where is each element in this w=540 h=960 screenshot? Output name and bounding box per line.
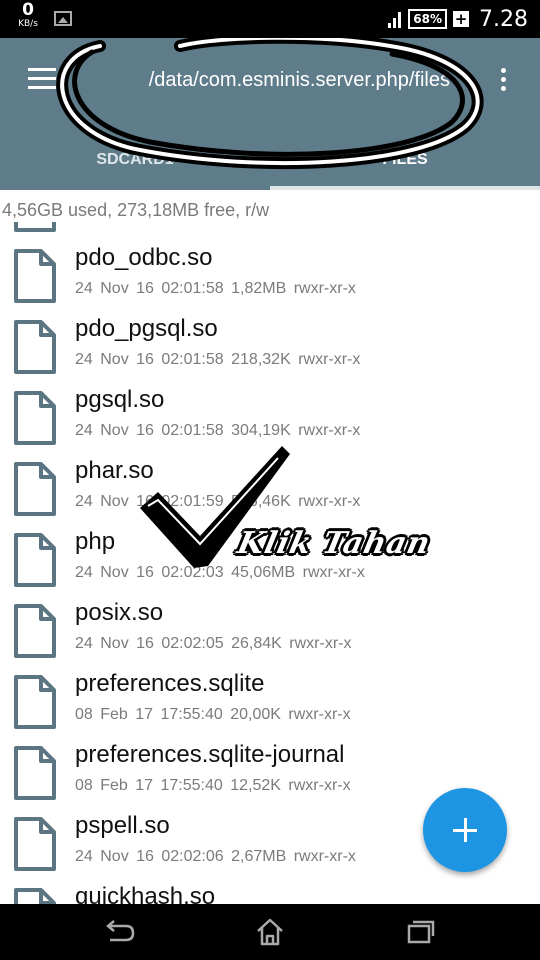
file-permissions: rwxr-xr-x xyxy=(293,280,356,297)
file-name: preferences.sqlite xyxy=(75,670,265,697)
tab-indicator xyxy=(270,186,540,190)
file-size: 20,00K xyxy=(230,706,281,723)
file-name: php xyxy=(75,528,116,555)
file-icon xyxy=(14,604,56,658)
file-date: 24 Nov 16 02:02:05 xyxy=(75,635,224,652)
file-icon xyxy=(14,462,56,516)
file-meta: 24 Nov 16 02:01:58 1,82MB rwxr-xr-x xyxy=(75,280,356,298)
file-date: 24 Nov 16 02:02:03 xyxy=(75,564,224,581)
file-permissions: rwxr-xr-x xyxy=(298,351,361,368)
list-item[interactable] xyxy=(0,222,540,235)
file-icon xyxy=(14,249,56,303)
file-size: 304,19K xyxy=(231,422,291,439)
file-meta: 24 Nov 16 02:01:58 304,19K rwxr-xr-x xyxy=(75,422,360,440)
file-icon xyxy=(14,533,56,587)
file-meta: 08 Feb 17 17:55:40 12,52K rwxr-xr-x xyxy=(75,777,351,795)
more-options-icon[interactable] xyxy=(494,66,514,94)
file-permissions: rwxr-xr-x xyxy=(298,422,361,439)
list-item[interactable]: preferences.sqlite 08 Feb 17 17:55:40 20,… xyxy=(0,661,540,732)
storage-info: 4,56GB used, 273,18MB free, r/w xyxy=(2,200,270,220)
path-breadcrumb[interactable]: /data/com.esminis.server.php/files xyxy=(100,64,450,96)
file-icon xyxy=(14,817,56,871)
file-size: 546,46K xyxy=(231,493,291,510)
file-permissions: rwxr-xr-x xyxy=(298,493,361,510)
list-item[interactable]: pdo_pgsql.so 24 Nov 16 02:01:58 218,32K r… xyxy=(0,306,540,377)
network-speed: 0 KB/s xyxy=(14,2,42,29)
add-button[interactable] xyxy=(423,788,507,872)
file-date: 24 Nov 16 02:02:06 xyxy=(75,848,224,865)
back-icon[interactable] xyxy=(100,914,140,950)
file-name: pgsql.so xyxy=(75,386,165,413)
file-name: pdo_odbc.so xyxy=(75,244,213,271)
list-item[interactable]: phar.so 24 Nov 16 02:01:59 546,46K rwxr-x… xyxy=(0,448,540,519)
file-name: preferences.sqlite-journal xyxy=(75,741,345,768)
file-date: 08 Feb 17 17:55:40 xyxy=(75,706,223,723)
status-bar: 0 KB/s 68% + 7.28 xyxy=(0,0,540,38)
file-date: 24 Nov 16 02:01:58 xyxy=(75,351,224,368)
file-meta: 24 Nov 16 02:01:59 546,46K rwxr-xr-x xyxy=(75,493,360,511)
file-permissions: rwxr-xr-x xyxy=(302,564,365,581)
network-speed-unit: KB/s xyxy=(18,19,38,29)
file-meta: 24 Nov 16 02:02:03 45,06MB rwxr-xr-x xyxy=(75,564,365,582)
file-icon xyxy=(14,675,56,729)
file-size: 12,52K xyxy=(230,777,281,794)
plus-icon xyxy=(453,818,477,842)
menu-icon[interactable] xyxy=(28,68,56,90)
file-size: 1,82MB xyxy=(231,280,287,297)
file-icon xyxy=(14,222,56,232)
file-icon xyxy=(14,888,56,904)
list-item[interactable]: quickhash.so xyxy=(0,874,540,904)
list-item[interactable]: pdo_odbc.so 24 Nov 16 02:01:58 1,82MB rwx… xyxy=(0,235,540,306)
file-icon xyxy=(14,320,56,374)
file-meta: 24 Nov 16 02:02:05 26,84K rwxr-xr-x xyxy=(75,635,352,653)
tab-files[interactable]: FILES xyxy=(270,140,540,190)
file-size: 218,32K xyxy=(231,351,291,368)
file-name: posix.so xyxy=(75,599,164,626)
file-name: pdo_pgsql.so xyxy=(75,315,218,342)
file-permissions: rwxr-xr-x xyxy=(289,635,352,652)
file-date: 08 Feb 17 17:55:40 xyxy=(75,777,223,794)
list-item[interactable]: posix.so 24 Nov 16 02:02:05 26,84K rwxr-x… xyxy=(0,590,540,661)
klik-tahan-label: Klik Tahan xyxy=(234,526,434,561)
file-icon xyxy=(14,746,56,800)
file-icon xyxy=(14,391,56,445)
battery-indicator: 68% xyxy=(408,9,448,29)
file-meta: 08 Feb 17 17:55:40 20,00K rwxr-xr-x xyxy=(75,706,351,724)
file-name: pspell.so xyxy=(75,812,170,839)
file-permissions: rwxr-xr-x xyxy=(288,777,351,794)
image-notification-icon xyxy=(54,11,72,26)
file-permissions: rwxr-xr-x xyxy=(293,848,356,865)
file-date: 24 Nov 16 02:01:58 xyxy=(75,280,224,297)
file-name: phar.so xyxy=(75,457,154,484)
charging-icon: + xyxy=(453,10,470,28)
file-date: 24 Nov 16 02:01:58 xyxy=(75,422,224,439)
network-speed-value: 0 xyxy=(22,0,34,20)
file-meta: 24 Nov 16 02:01:58 218,32K rwxr-xr-x xyxy=(75,351,360,369)
tab-sdcard1[interactable]: SDCARD1 xyxy=(0,140,270,190)
status-icons: 68% + 7.28 xyxy=(388,6,528,32)
file-date: 24 Nov 16 02:01:59 xyxy=(75,493,224,510)
app-bar: /data/com.esminis.server.php/files SDCAR… xyxy=(0,38,540,190)
recents-icon[interactable] xyxy=(400,914,440,950)
file-permissions: rwxr-xr-x xyxy=(288,706,351,723)
home-icon[interactable] xyxy=(250,914,290,950)
current-path: /data/com.esminis.server.php/files xyxy=(148,69,450,91)
file-size: 2,67MB xyxy=(231,848,287,865)
file-size: 45,06MB xyxy=(231,564,296,581)
signal-icon xyxy=(388,10,402,28)
file-name: quickhash.so xyxy=(75,883,216,904)
list-item[interactable]: pgsql.so 24 Nov 16 02:01:58 304,19K rwxr-… xyxy=(0,377,540,448)
file-size: 26,84K xyxy=(231,635,282,652)
file-meta: 24 Nov 16 02:02:06 2,67MB rwxr-xr-x xyxy=(75,848,356,866)
navigation-bar xyxy=(0,904,540,960)
clock: 7.28 xyxy=(479,6,528,32)
